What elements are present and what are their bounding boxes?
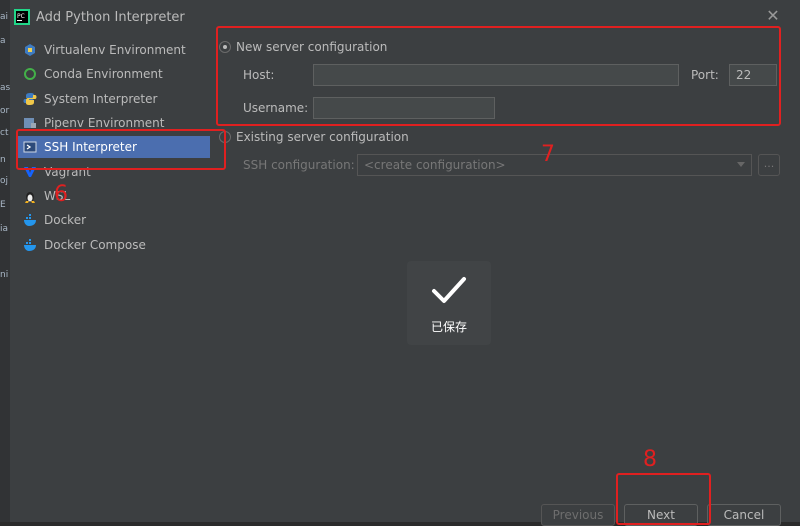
annotation-number-8: 8	[643, 447, 657, 472]
strip-text: as	[0, 83, 11, 93]
docker-icon	[24, 214, 36, 226]
sidebar-item-docker[interactable]: Docker	[18, 209, 210, 231]
annotation-box-server-config	[216, 26, 781, 126]
ssh-configuration-label: SSH configuration:	[243, 158, 355, 172]
sidebar-item-label: Docker Compose	[44, 238, 146, 252]
cancel-button[interactable]: Cancel	[707, 504, 781, 526]
saved-toast: 已保存	[407, 261, 491, 345]
sidebar-item-label: System Interpreter	[44, 92, 158, 106]
annotation-number-7: 7	[541, 142, 555, 167]
sidebar-item-conda[interactable]: Conda Environment	[18, 63, 210, 85]
annotation-box-next	[616, 473, 711, 525]
background-ide-strip: ai a as or ct n oj E ia ni	[0, 0, 10, 522]
checkmark-icon	[432, 277, 466, 303]
pipenv-icon	[24, 118, 36, 128]
sidebar-item-wsl[interactable]: WSL	[18, 185, 210, 207]
browse-button[interactable]: ...	[758, 154, 780, 176]
svg-text:PC: PC	[17, 13, 25, 20]
strip-text: oj	[0, 176, 9, 186]
pycharm-logo-icon: PC	[14, 9, 30, 25]
conda-icon	[24, 68, 36, 80]
sidebar-item-label: Conda Environment	[44, 67, 163, 81]
strip-text: ni	[0, 270, 9, 280]
dialog-title: Add Python Interpreter	[36, 10, 185, 25]
annotation-box-ssh	[16, 129, 226, 170]
strip-text: E	[0, 200, 6, 210]
ssh-configuration-value: <create configuration>	[364, 158, 506, 172]
close-icon[interactable]: ✕	[765, 8, 781, 24]
strip-text: ai	[0, 12, 9, 22]
sidebar-item-label: Pipenv Environment	[44, 116, 165, 130]
sidebar-item-virtualenv[interactable]: Virtualenv Environment	[18, 39, 210, 61]
sidebar-item-docker-compose[interactable]: Docker Compose	[18, 234, 210, 256]
saved-toast-text: 已保存	[430, 320, 467, 334]
virtualenv-icon	[25, 44, 35, 56]
chevron-down-icon	[737, 162, 745, 167]
annotation-number-6: 6	[54, 182, 68, 207]
sidebar-item-label: Virtualenv Environment	[44, 43, 186, 57]
sidebar-item-system[interactable]: System Interpreter	[18, 88, 210, 110]
docker-compose-icon	[24, 239, 36, 251]
sidebar-item-label: Docker	[44, 213, 87, 227]
strip-text: n	[0, 155, 6, 165]
strip-text: ia	[0, 224, 9, 234]
existing-server-label: Existing server configuration	[236, 130, 409, 144]
strip-text: ct	[0, 128, 9, 138]
strip-text: a	[0, 36, 6, 46]
linux-icon	[25, 192, 35, 203]
strip-text: or	[0, 106, 10, 116]
previous-button[interactable]: Previous	[541, 504, 615, 526]
python-icon	[23, 93, 37, 105]
